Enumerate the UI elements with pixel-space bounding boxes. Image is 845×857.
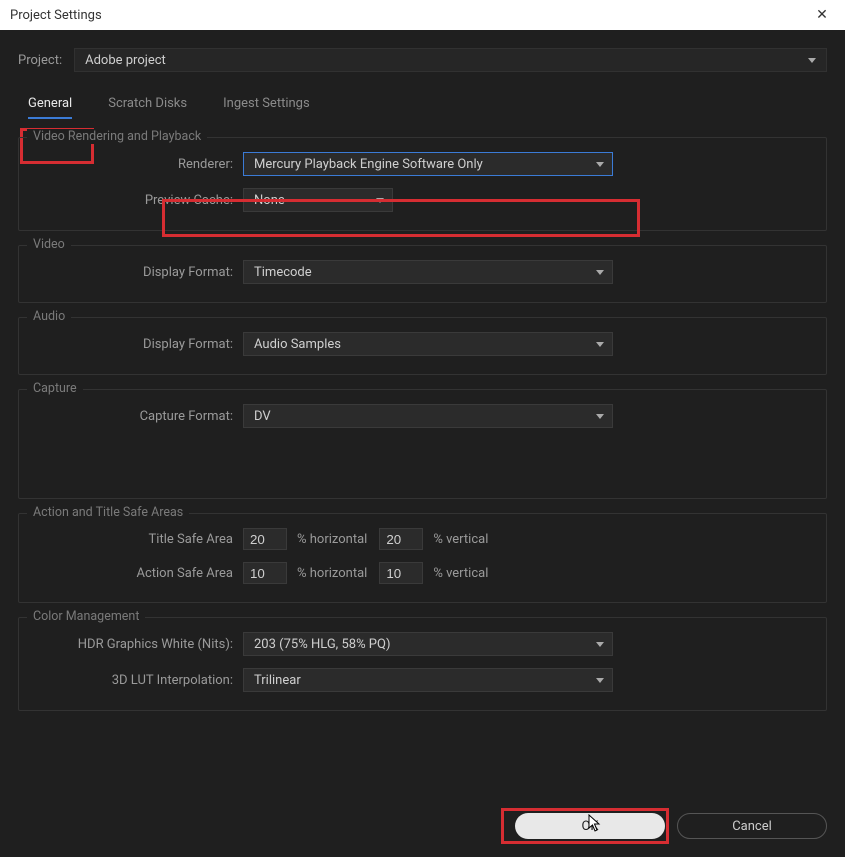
section-title: Video <box>27 237 71 252</box>
action-safe-v-input[interactable] <box>379 562 423 584</box>
title-safe-h-input[interactable] <box>243 528 287 550</box>
project-select[interactable]: Adobe project <box>74 48 827 72</box>
titlebar: Project Settings ✕ <box>0 0 845 30</box>
audio-display-format-label: Display Format: <box>33 337 243 352</box>
renderer-value: Mercury Playback Engine Software Only <box>254 157 483 172</box>
dialog-body: Project: Adobe project General Scratch D… <box>0 30 845 857</box>
video-display-format-value: Timecode <box>254 265 312 280</box>
chevron-down-icon <box>596 270 604 275</box>
lut-select[interactable]: Trilinear <box>243 668 613 692</box>
action-safe-label: Action Safe Area <box>33 566 243 581</box>
renderer-select[interactable]: Mercury Playback Engine Software Only <box>243 152 613 176</box>
section-title: Audio <box>27 309 71 324</box>
chevron-down-icon <box>808 58 816 63</box>
pct-horizontal-label: % horizontal <box>297 566 367 581</box>
hdr-label: HDR Graphics White (Nits): <box>33 637 243 652</box>
tab-scratch-disks[interactable]: Scratch Disks <box>108 96 187 119</box>
lut-label: 3D LUT Interpolation: <box>33 673 243 688</box>
project-label: Project: <box>18 53 62 68</box>
section-safe-areas: Action and Title Safe Areas Title Safe A… <box>18 513 827 603</box>
section-video: Video Display Format: Timecode <box>18 245 827 303</box>
capture-format-label: Capture Format: <box>33 409 243 424</box>
section-title: Color Management <box>27 609 145 624</box>
ok-button[interactable]: OK <box>515 813 665 839</box>
section-title: Capture <box>27 381 83 396</box>
audio-display-format-select[interactable]: Audio Samples <box>243 332 613 356</box>
section-color-management: Color Management HDR Graphics White (Nit… <box>18 617 827 711</box>
project-value: Adobe project <box>85 53 166 68</box>
pct-horizontal-label: % horizontal <box>297 532 367 547</box>
section-capture: Capture Capture Format: DV <box>18 389 827 499</box>
renderer-label: Renderer: <box>33 157 243 172</box>
close-icon[interactable]: ✕ <box>807 7 837 23</box>
cancel-button-label: Cancel <box>732 819 772 834</box>
capture-format-value: DV <box>254 409 271 424</box>
preview-cache-row: Preview Cache: None <box>33 188 812 212</box>
tab-general[interactable]: General <box>28 96 72 119</box>
preview-cache-label: Preview Cache: <box>33 193 243 208</box>
window-title: Project Settings <box>10 8 102 23</box>
audio-display-format-value: Audio Samples <box>254 337 341 352</box>
cancel-button[interactable]: Cancel <box>677 813 827 839</box>
title-safe-label: Title Safe Area <box>33 532 243 547</box>
renderer-row: Renderer: Mercury Playback Engine Softwa… <box>33 152 812 176</box>
section-video-rendering: Video Rendering and Playback Renderer: M… <box>18 137 827 231</box>
chevron-down-icon <box>596 162 604 167</box>
video-display-format-label: Display Format: <box>33 265 243 280</box>
section-audio: Audio Display Format: Audio Samples <box>18 317 827 375</box>
section-title: Video Rendering and Playback <box>27 129 207 144</box>
title-safe-v-input[interactable] <box>379 528 423 550</box>
section-title: Action and Title Safe Areas <box>27 505 189 520</box>
video-display-format-select[interactable]: Timecode <box>243 260 613 284</box>
pct-vertical-label: % vertical <box>433 532 488 547</box>
chevron-down-icon <box>596 678 604 683</box>
preview-cache-value: None <box>254 193 285 208</box>
project-row: Project: Adobe project <box>18 48 827 72</box>
hdr-value: 203 (75% HLG, 58% PQ) <box>254 637 390 652</box>
chevron-down-icon <box>596 342 604 347</box>
capture-format-select[interactable]: DV <box>243 404 613 428</box>
footer: OK Cancel <box>515 813 827 839</box>
action-safe-h-input[interactable] <box>243 562 287 584</box>
chevron-down-icon <box>596 642 604 647</box>
tab-ingest-settings[interactable]: Ingest Settings <box>223 96 310 119</box>
tabs: General Scratch Disks Ingest Settings <box>18 96 827 119</box>
chevron-down-icon <box>596 414 604 419</box>
chevron-down-icon <box>376 198 384 203</box>
ok-button-label: OK <box>581 819 598 834</box>
pct-vertical-label: % vertical <box>433 566 488 581</box>
hdr-select[interactable]: 203 (75% HLG, 58% PQ) <box>243 632 613 656</box>
preview-cache-select[interactable]: None <box>243 188 393 212</box>
lut-value: Trilinear <box>254 673 301 688</box>
